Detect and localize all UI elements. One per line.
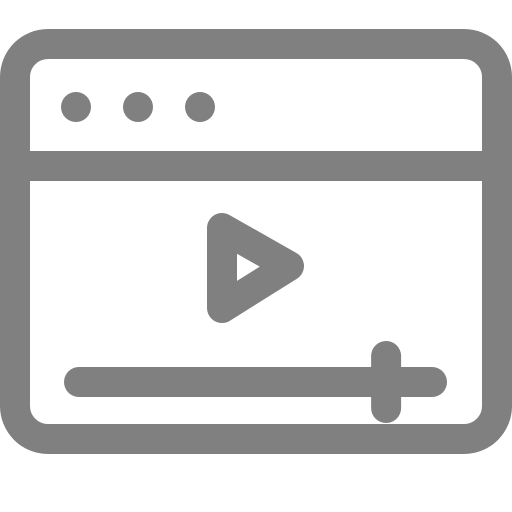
video-player-window-svg [0, 29, 512, 454]
window-control-dot [185, 92, 215, 122]
window-controls [61, 92, 215, 122]
video-player-window-icon [0, 0, 512, 512]
window-control-dot [123, 92, 153, 122]
play-icon [207, 213, 304, 323]
window-control-dot [61, 92, 91, 122]
